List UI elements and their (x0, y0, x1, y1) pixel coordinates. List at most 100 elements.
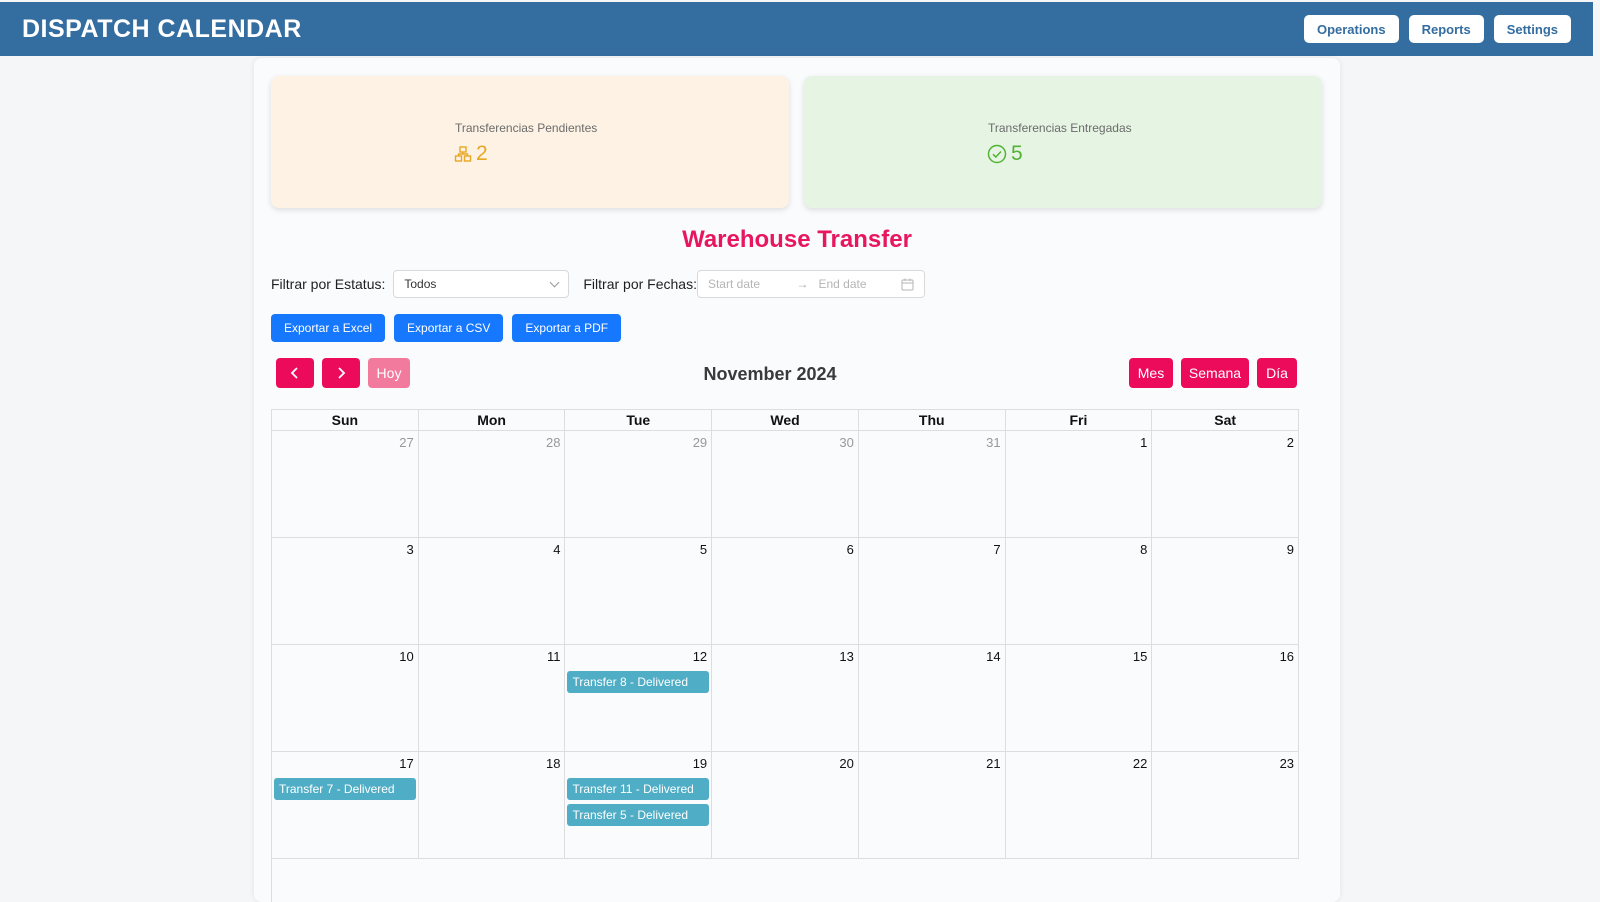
nav-reports-button[interactable]: Reports (1408, 15, 1484, 43)
day-number[interactable]: 15 (1133, 649, 1147, 664)
pending-count: 2 (476, 142, 488, 165)
day-cell[interactable]: 14 (858, 645, 1006, 752)
day-number[interactable]: 30 (839, 435, 853, 450)
day-number[interactable]: 10 (399, 649, 413, 664)
day-cell[interactable]: 27 (272, 431, 419, 538)
calendar-week-row: 17 Transfer 7 - Delivered 18 19 Transfer 11 … (272, 752, 1299, 859)
day-cell[interactable]: 30 (712, 431, 859, 538)
month-calendar: Sun Mon Tue Wed Thu Fri Sat 27 28 29 30 31 1 2… (271, 409, 1299, 902)
day-number[interactable]: 9 (1287, 542, 1294, 557)
calendar-event[interactable]: Transfer 11 - Delivered (567, 778, 710, 800)
day-cell[interactable]: 6 (712, 538, 859, 645)
today-button[interactable]: Hoy (368, 358, 410, 388)
day-cell[interactable]: 17 Transfer 7 - Delivered (272, 752, 419, 859)
day-cell[interactable]: 23 (1152, 752, 1299, 859)
day-cell[interactable]: 28 (418, 431, 566, 538)
day-number[interactable]: 20 (839, 756, 853, 771)
export-excel-button[interactable]: Exportar a Excel (271, 314, 386, 342)
date-filter-label: Filtrar por Fechas: (583, 276, 697, 292)
top-nav: Operations Reports Settings (1303, 15, 1571, 43)
day-number[interactable]: 12 (693, 649, 707, 664)
export-buttons: Exportar a Excel Exportar a CSV Exportar… (271, 314, 622, 342)
day-cell[interactable]: 4 (418, 538, 566, 645)
day-cell[interactable]: 7 (858, 538, 1006, 645)
calendar-event[interactable]: Transfer 8 - Delivered (567, 671, 710, 693)
export-pdf-button[interactable]: Exportar a PDF (512, 314, 622, 342)
day-number[interactable]: 11 (547, 649, 561, 664)
day-view-button[interactable]: Día (1257, 358, 1297, 388)
day-cell[interactable]: 1 (1005, 431, 1153, 538)
day-number[interactable]: 3 (406, 542, 413, 557)
nav-operations-button[interactable]: Operations (1303, 15, 1399, 43)
day-number[interactable]: 2 (1287, 435, 1294, 450)
date-range-picker[interactable]: Start date → End date (696, 270, 925, 298)
day-number[interactable]: 19 (693, 756, 707, 771)
day-number[interactable]: 14 (986, 649, 1000, 664)
calendar-icon (901, 278, 914, 291)
prev-month-button[interactable] (276, 358, 314, 388)
day-cell[interactable]: 5 (565, 538, 713, 645)
day-number[interactable]: 16 (1280, 649, 1294, 664)
calendar-week-row: 3 4 5 6 7 8 9 (272, 538, 1299, 645)
week-view-button[interactable]: Semana (1181, 358, 1249, 388)
day-cell[interactable]: 31 (858, 431, 1006, 538)
calendar-toolbar: November 2024 Hoy Mes Semana Día (276, 358, 1297, 388)
day-number[interactable]: 22 (1133, 756, 1147, 771)
delivered-count: 5 (1011, 142, 1023, 165)
top-bar: DISPATCH CALENDAR Operations Reports Set… (0, 2, 1593, 56)
calendar-event[interactable]: Transfer 5 - Delivered (567, 804, 710, 826)
weekday-tue: Tue (565, 410, 713, 431)
day-cell[interactable]: 11 (418, 645, 566, 752)
day-number[interactable]: 4 (553, 542, 560, 557)
delivered-transfers-card: Transferencias Entregadas 5 (804, 76, 1322, 208)
end-date-input[interactable]: End date (819, 277, 901, 291)
calendar-event[interactable]: Transfer 7 - Delivered (274, 778, 416, 800)
day-number[interactable]: 13 (839, 649, 853, 664)
day-number[interactable]: 23 (1280, 756, 1294, 771)
status-filter-label: Filtrar por Estatus: (271, 276, 386, 292)
day-cell[interactable]: 15 (1005, 645, 1153, 752)
day-number[interactable]: 5 (700, 542, 707, 557)
arrow-right-icon: → (796, 277, 809, 291)
delivered-card-label: Transferencias Entregadas (988, 121, 1132, 135)
day-cell[interactable]: 20 (712, 752, 859, 859)
day-cell[interactable]: 19 Transfer 11 - Delivered Transfer 5 - De… (565, 752, 713, 859)
day-number[interactable]: 18 (546, 756, 560, 771)
day-cell[interactable]: 2 (1152, 431, 1299, 538)
month-view-button[interactable]: Mes (1129, 358, 1173, 388)
day-number[interactable]: 6 (847, 542, 854, 557)
status-filter-select[interactable]: Todos (393, 270, 570, 298)
export-csv-button[interactable]: Exportar a CSV (394, 314, 504, 342)
calendar-weeks: 27 28 29 30 31 1 2 3 4 5 6 7 8 9 10 11 12 Transfer 8 - De… (272, 431, 1299, 859)
nav-settings-button[interactable]: Settings (1493, 15, 1571, 43)
day-cell[interactable]: 8 (1005, 538, 1153, 645)
calendar-week-row: 10 11 12 Transfer 8 - Delivered 13 14 15 16 (272, 645, 1299, 752)
day-number[interactable]: 28 (546, 435, 560, 450)
main-panel: Transferencias Pendientes 2 Transferenci… (254, 58, 1340, 902)
day-cell[interactable]: 12 Transfer 8 - Delivered (565, 645, 713, 752)
filters-row: Filtrar por Estatus: Todos Filtrar por F… (271, 270, 925, 298)
day-cell[interactable]: 21 (858, 752, 1006, 859)
day-number[interactable]: 27 (399, 435, 413, 450)
weekday-mon: Mon (418, 410, 566, 431)
day-cell[interactable]: 3 (272, 538, 419, 645)
next-month-button[interactable] (322, 358, 360, 388)
day-number[interactable]: 8 (1140, 542, 1147, 557)
day-cell[interactable]: 29 (565, 431, 713, 538)
day-cell[interactable]: 16 (1152, 645, 1299, 752)
pending-card-label: Transferencias Pendientes (455, 121, 598, 135)
day-cell[interactable]: 10 (272, 645, 419, 752)
day-number[interactable]: 21 (986, 756, 1000, 771)
day-number[interactable]: 29 (693, 435, 707, 450)
day-cell[interactable]: 22 (1005, 752, 1153, 859)
day-cell[interactable]: 18 (418, 752, 566, 859)
day-cell[interactable]: 9 (1152, 538, 1299, 645)
day-number[interactable]: 7 (993, 542, 1000, 557)
day-cell[interactable]: 13 (712, 645, 859, 752)
day-number[interactable]: 1 (1140, 435, 1147, 450)
day-number[interactable]: 17 (399, 756, 413, 771)
boxes-icon (454, 145, 472, 163)
status-filter-value: Todos (404, 277, 437, 291)
start-date-input[interactable]: Start date (708, 277, 787, 291)
day-number[interactable]: 31 (986, 435, 1000, 450)
